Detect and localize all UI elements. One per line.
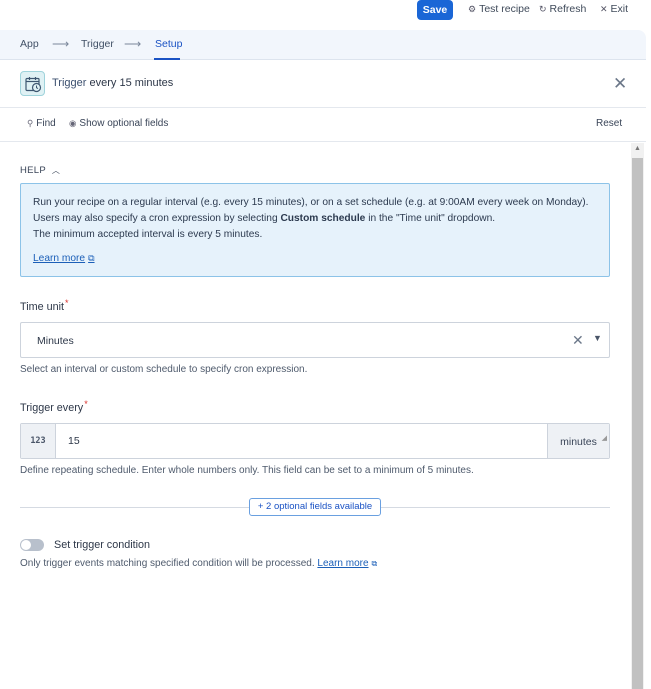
scrollbar[interactable]: ▲ (631, 143, 644, 689)
chevron-down-icon[interactable]: ▼ (593, 333, 602, 343)
divider (381, 507, 610, 508)
find-button[interactable]: ⚲ Find (27, 118, 56, 129)
step-setup[interactable]: Setup (155, 38, 182, 50)
top-bar: Save ⚙ Test recipe ↻ Refresh ✕ Exit (0, 0, 651, 30)
external-link-icon: ⧉ (371, 559, 378, 568)
refresh-label: Refresh (549, 3, 587, 15)
required-asterisk: * (65, 298, 69, 308)
field-toolbar: ⚲ Find ◉ Show optional fields Reset (0, 108, 646, 142)
time-unit-hint: Select an interval or custom schedule to… (20, 364, 308, 375)
help-text: Users may also specify a cron expression… (33, 213, 281, 224)
chevron-up-icon: ︿ (51, 166, 61, 175)
toggle-knob (21, 540, 31, 550)
learn-more-label: Learn more (33, 253, 86, 264)
help-text-line: Run your recipe on a regular interval (e… (33, 197, 589, 208)
time-unit-select[interactable]: Minutes ✕ ▼ (20, 322, 610, 358)
trigger-header: Trigger every 15 minutes ✕ (0, 61, 646, 108)
reset-button[interactable]: Reset (596, 118, 622, 129)
find-label: Find (36, 118, 56, 129)
resize-handle-icon[interactable]: ◢ (602, 421, 607, 457)
refresh-icon: ↻ (539, 4, 547, 14)
close-icon: ✕ (600, 4, 608, 14)
trigger-condition-hint: Only trigger events matching specified c… (20, 558, 377, 569)
external-link-icon: ⧉ (88, 253, 95, 263)
eye-icon: ◉ (69, 118, 77, 128)
close-panel-icon[interactable]: ✕ (613, 74, 627, 94)
divider (20, 507, 249, 508)
time-unit-label-text: Time unit (20, 301, 64, 313)
optional-fields-button[interactable]: + 2 optional fields available (249, 498, 381, 516)
trigger-condition-label: Set trigger condition (54, 539, 151, 551)
title-rest: every 15 minutes (86, 77, 174, 89)
step-breadcrumb: App ⟶ Trigger ⟶ Setup (0, 30, 646, 60)
help-toggle[interactable]: HELP ︿ (20, 165, 60, 176)
step-app[interactable]: App (20, 38, 39, 50)
clear-icon[interactable]: ✕ (572, 332, 584, 349)
scheduler-icon (20, 71, 45, 96)
test-recipe-button[interactable]: ⚙ Test recipe (468, 2, 530, 16)
active-step-indicator (154, 58, 180, 60)
time-unit-value: Minutes (37, 335, 74, 347)
unit-suffix-label: minutes (560, 436, 597, 448)
number-type-icon: 123 (21, 424, 56, 458)
help-text-bold: Custom schedule (280, 213, 366, 224)
show-optional-label: Show optional fields (79, 118, 169, 129)
show-optional-fields-button[interactable]: ◉ Show optional fields (69, 118, 168, 129)
trigger-every-label: Trigger every* (20, 399, 88, 414)
unit-suffix: minutes ◢ (547, 424, 609, 458)
scroll-thumb[interactable] (632, 158, 643, 689)
exit-label: Exit (610, 3, 629, 15)
help-text-line: Users may also specify a cron expression… (33, 213, 495, 224)
trigger-condition-toggle[interactable] (20, 539, 44, 551)
search-icon: ⚲ (27, 118, 34, 128)
trigger-every-field: 123 15 minutes ◢ (20, 423, 610, 459)
required-asterisk: * (84, 399, 88, 409)
time-unit-label: Time unit* (20, 298, 69, 313)
condition-hint-text: Only trigger events matching specified c… (20, 558, 315, 569)
help-box: Run your recipe on a regular interval (e… (20, 183, 610, 277)
test-recipe-label: Test recipe (479, 3, 530, 15)
scroll-up-arrow-icon[interactable]: ▲ (631, 145, 644, 157)
test-icon: ⚙ (468, 4, 477, 14)
step-trigger[interactable]: Trigger (81, 38, 114, 50)
help-learn-more-link[interactable]: Learn more ⧉ (33, 253, 95, 264)
trigger-every-label-text: Trigger every (20, 402, 84, 414)
exit-button[interactable]: ✕ Exit (600, 2, 628, 16)
condition-learn-more-link[interactable]: Learn more (317, 558, 368, 569)
refresh-button[interactable]: ↻ Refresh (539, 2, 586, 16)
trigger-every-hint: Define repeating schedule. Enter whole n… (20, 465, 474, 476)
save-button[interactable]: Save (417, 0, 453, 20)
page-title: Trigger every 15 minutes (52, 77, 173, 89)
trigger-every-input[interactable]: 15 (68, 435, 80, 447)
title-highlight: Trigger (52, 77, 87, 89)
help-text: in the "Time unit" dropdown. (365, 213, 496, 224)
help-text-line: The minimum accepted interval is every 5… (33, 229, 263, 240)
arrow-right-icon: ⟶ (52, 37, 70, 51)
arrow-right-icon: ⟶ (124, 37, 142, 51)
help-label: HELP (20, 165, 46, 176)
